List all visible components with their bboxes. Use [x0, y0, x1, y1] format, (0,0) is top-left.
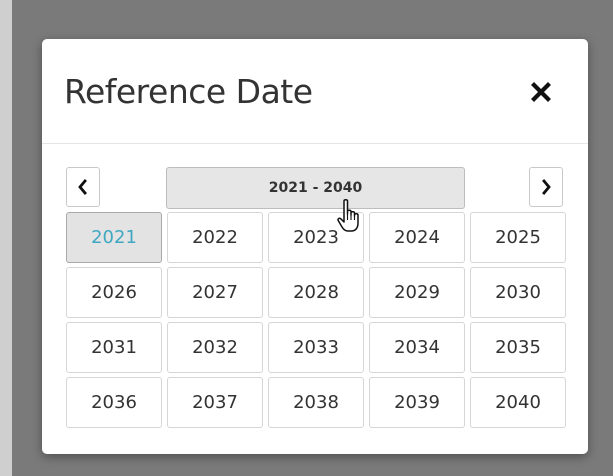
- next-range-button[interactable]: [529, 167, 563, 207]
- year-cell[interactable]: 2032: [167, 322, 263, 373]
- page-edge: [0, 0, 12, 476]
- year-cell[interactable]: 2033: [268, 322, 364, 373]
- chevron-left-icon: [78, 179, 87, 195]
- year-cell[interactable]: 2024: [369, 212, 465, 263]
- modal-title: Reference Date: [64, 72, 313, 111]
- close-icon: [531, 82, 551, 102]
- year-cell[interactable]: 2025: [470, 212, 566, 263]
- year-cell[interactable]: 2029: [369, 267, 465, 318]
- year-cell[interactable]: 2034: [369, 322, 465, 373]
- modal-header: Reference Date: [42, 39, 588, 144]
- year-cell[interactable]: 2040: [470, 377, 566, 428]
- close-button[interactable]: [528, 79, 554, 105]
- year-cell[interactable]: 2039: [369, 377, 465, 428]
- year-cell[interactable]: 2028: [268, 267, 364, 318]
- chevron-right-icon: [542, 179, 551, 195]
- year-cell[interactable]: 2031: [66, 322, 162, 373]
- year-cell[interactable]: 2030: [470, 267, 566, 318]
- reference-date-modal: Reference Date 2021 - 2040 2021 2022 202…: [42, 39, 588, 454]
- previous-range-button[interactable]: [66, 167, 100, 207]
- range-switch-button[interactable]: 2021 - 2040: [166, 167, 465, 209]
- year-cell[interactable]: 2022: [167, 212, 263, 263]
- year-picker: 2021 - 2040 2021 2022 2023 2024 2025 202…: [42, 144, 588, 454]
- year-cell[interactable]: 2035: [470, 322, 566, 373]
- year-cell[interactable]: 2038: [268, 377, 364, 428]
- year-cell[interactable]: 2023: [268, 212, 364, 263]
- year-cell[interactable]: 2037: [167, 377, 263, 428]
- year-cell[interactable]: 2036: [66, 377, 162, 428]
- years-grid: 2021 2022 2023 2024 2025 2026 2027 2028 …: [66, 212, 566, 428]
- year-cell[interactable]: 2027: [167, 267, 263, 318]
- year-cell[interactable]: 2026: [66, 267, 162, 318]
- year-cell[interactable]: 2021: [66, 212, 162, 263]
